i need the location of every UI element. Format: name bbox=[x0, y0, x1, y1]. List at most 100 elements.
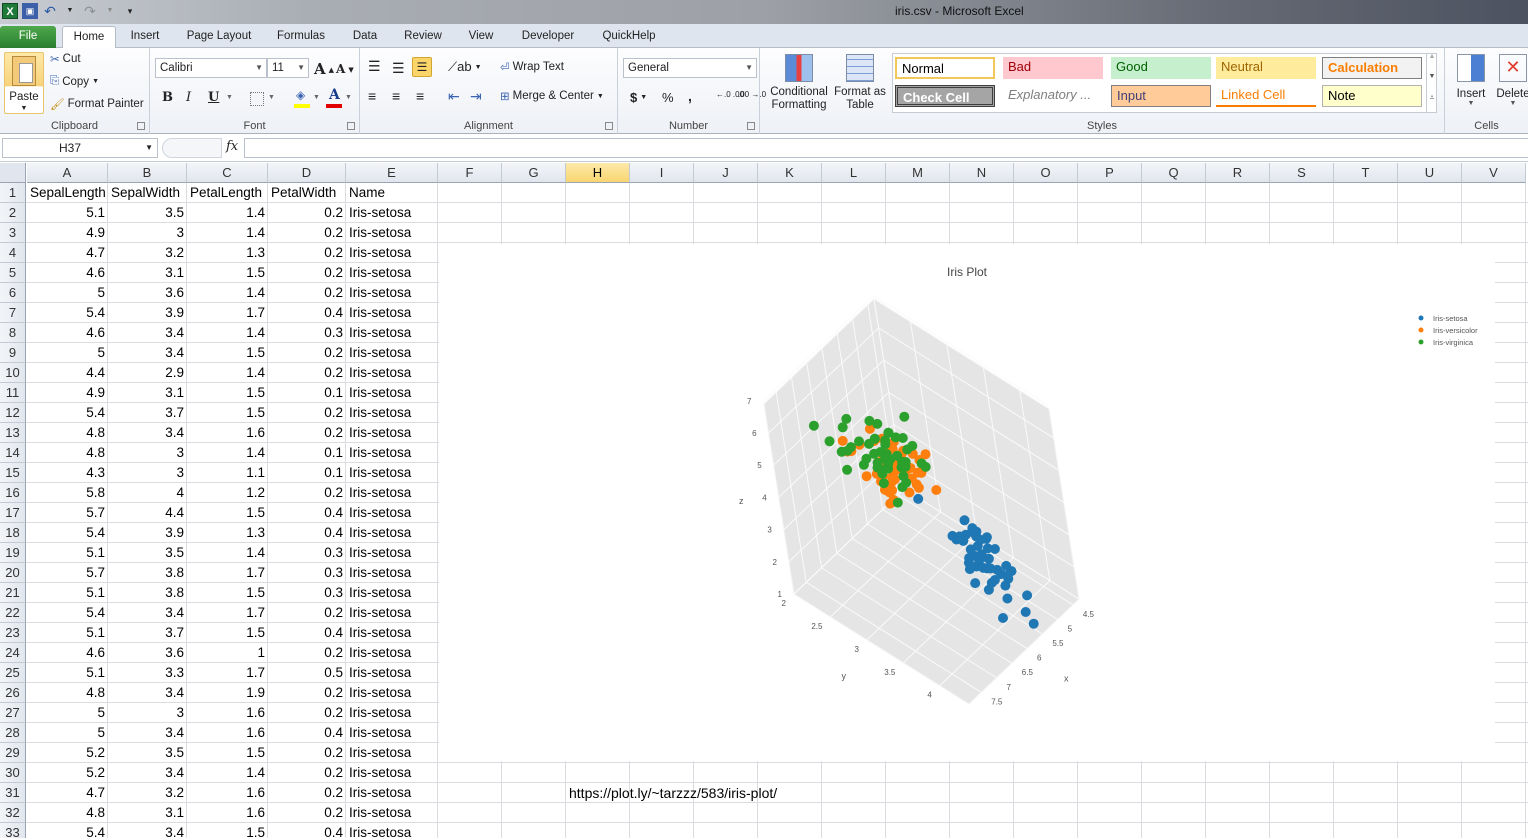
numeric-cell[interactable]: 3.1 bbox=[108, 383, 187, 403]
row-header-4[interactable]: 4 bbox=[0, 243, 26, 263]
name-cell[interactable]: Iris-setosa bbox=[346, 203, 438, 223]
tab-file[interactable]: File bbox=[0, 26, 56, 48]
column-header-n[interactable]: N bbox=[950, 163, 1014, 183]
insert-cells-button[interactable]: Insert ▼ bbox=[1453, 54, 1489, 114]
tab-home[interactable]: Home bbox=[62, 26, 116, 49]
name-cell[interactable]: Iris-setosa bbox=[346, 263, 438, 283]
numeric-cell[interactable]: 0.2 bbox=[268, 783, 346, 803]
column-header-m[interactable]: M bbox=[886, 163, 950, 183]
numeric-cell[interactable]: 4.6 bbox=[27, 323, 108, 343]
numeric-cell[interactable]: 1.7 bbox=[187, 303, 268, 323]
fill-color-button[interactable]: ◈ bbox=[294, 88, 310, 108]
font-name-select[interactable]: Calibri ▼ bbox=[155, 58, 267, 78]
row-header-25[interactable]: 25 bbox=[0, 663, 26, 683]
row-header-2[interactable]: 2 bbox=[0, 203, 26, 223]
increase-indent-button[interactable]: ⇥ bbox=[470, 88, 482, 105]
numeric-cell[interactable]: 0.2 bbox=[268, 703, 346, 723]
cell-style-neutral[interactable]: Neutral bbox=[1216, 57, 1316, 79]
row-header-33[interactable]: 33 bbox=[0, 823, 26, 838]
name-cell[interactable]: Iris-setosa bbox=[346, 343, 438, 363]
numeric-cell[interactable]: 5.2 bbox=[27, 743, 108, 763]
cell-style-normal[interactable]: Normal bbox=[895, 57, 995, 79]
paste-button[interactable]: Paste ▼ bbox=[4, 52, 44, 114]
font-color-dropdown-icon[interactable]: ▼ bbox=[345, 94, 352, 101]
row-header-12[interactable]: 12 bbox=[0, 403, 26, 423]
name-cell[interactable]: Iris-setosa bbox=[346, 703, 438, 723]
row-header-20[interactable]: 20 bbox=[0, 563, 26, 583]
name-cell[interactable]: Iris-setosa bbox=[346, 523, 438, 543]
numeric-cell[interactable]: 5 bbox=[27, 343, 108, 363]
name-cell[interactable]: Iris-setosa bbox=[346, 623, 438, 643]
name-cell[interactable]: Iris-setosa bbox=[346, 723, 438, 743]
row-header-22[interactable]: 22 bbox=[0, 603, 26, 623]
wrap-text-button[interactable]: ⏎ Wrap Text bbox=[500, 60, 564, 74]
column-header-d[interactable]: D bbox=[268, 163, 346, 183]
gallery-scroll-up[interactable]: ▲ bbox=[1426, 53, 1437, 73]
numeric-cell[interactable]: 1.3 bbox=[187, 523, 268, 543]
numeric-cell[interactable]: 3.9 bbox=[108, 523, 187, 543]
numeric-cell[interactable]: 2.9 bbox=[108, 363, 187, 383]
name-cell[interactable]: Iris-setosa bbox=[346, 443, 438, 463]
name-cell[interactable]: Iris-setosa bbox=[346, 483, 438, 503]
name-cell[interactable]: Iris-setosa bbox=[346, 763, 438, 783]
name-cell[interactable]: Iris-setosa bbox=[346, 283, 438, 303]
column-header-r[interactable]: R bbox=[1206, 163, 1270, 183]
row-header-32[interactable]: 32 bbox=[0, 803, 26, 823]
underline-button[interactable]: U bbox=[208, 90, 219, 105]
numeric-cell[interactable]: 1 bbox=[187, 643, 268, 663]
column-header-g[interactable]: G bbox=[502, 163, 566, 183]
numeric-cell[interactable]: 1.4 bbox=[187, 323, 268, 343]
format-as-table-button[interactable]: Format as Table bbox=[834, 52, 886, 114]
numeric-cell[interactable]: 1.7 bbox=[187, 563, 268, 583]
header-cell[interactable]: PetalWidth bbox=[268, 183, 346, 203]
column-header-p[interactable]: P bbox=[1078, 163, 1142, 183]
name-cell[interactable]: Iris-setosa bbox=[346, 803, 438, 823]
numeric-cell[interactable]: 0.1 bbox=[268, 463, 346, 483]
tab-data[interactable]: Data bbox=[346, 26, 384, 48]
shrink-font-button[interactable]: A ▼ bbox=[336, 62, 354, 76]
undo-icon[interactable]: ↶ bbox=[42, 3, 58, 19]
header-cell[interactable]: PetalLength bbox=[187, 183, 268, 203]
row-header-7[interactable]: 7 bbox=[0, 303, 26, 323]
row-header-29[interactable]: 29 bbox=[0, 743, 26, 763]
row-header-31[interactable]: 31 bbox=[0, 783, 26, 803]
header-cell[interactable]: SepalLength bbox=[27, 183, 108, 203]
tab-developer[interactable]: Developer bbox=[516, 26, 580, 48]
numeric-cell[interactable]: 3.1 bbox=[108, 263, 187, 283]
row-header-24[interactable]: 24 bbox=[0, 643, 26, 663]
row-header-26[interactable]: 26 bbox=[0, 683, 26, 703]
tab-insert[interactable]: Insert bbox=[124, 26, 166, 48]
numeric-cell[interactable]: 0.2 bbox=[268, 243, 346, 263]
numeric-cell[interactable]: 0.4 bbox=[268, 823, 346, 838]
numeric-cell[interactable]: 0.2 bbox=[268, 223, 346, 243]
row-header-27[interactable]: 27 bbox=[0, 703, 26, 723]
name-cell[interactable]: Iris-setosa bbox=[346, 543, 438, 563]
numeric-cell[interactable]: 1.4 bbox=[187, 763, 268, 783]
bottom-align-button[interactable]: ☰ bbox=[412, 57, 432, 77]
select-all-corner[interactable] bbox=[0, 163, 26, 183]
numeric-cell[interactable]: 1.5 bbox=[187, 503, 268, 523]
header-cell[interactable]: SepalWidth bbox=[108, 183, 187, 203]
cell-style-note[interactable]: Note bbox=[1322, 85, 1422, 107]
formula-input[interactable] bbox=[244, 138, 1528, 158]
top-align-button[interactable]: ☰ bbox=[368, 58, 381, 75]
numeric-cell[interactable]: 1.4 bbox=[187, 363, 268, 383]
row-header-6[interactable]: 6 bbox=[0, 283, 26, 303]
numeric-cell[interactable]: 4.7 bbox=[27, 783, 108, 803]
copy-dropdown-icon[interactable]: ▼ bbox=[92, 78, 99, 85]
name-cell[interactable]: Iris-setosa bbox=[346, 463, 438, 483]
numeric-cell[interactable]: 4.4 bbox=[27, 363, 108, 383]
name-cell[interactable]: Iris-setosa bbox=[346, 823, 438, 838]
numeric-cell[interactable]: 5.8 bbox=[27, 483, 108, 503]
numeric-cell[interactable]: 3.4 bbox=[108, 763, 187, 783]
cell-style-good[interactable]: Good bbox=[1111, 57, 1211, 79]
numeric-cell[interactable]: 0.4 bbox=[268, 523, 346, 543]
numeric-cell[interactable]: 1.4 bbox=[187, 203, 268, 223]
numeric-cell[interactable]: 0.2 bbox=[268, 403, 346, 423]
column-header-c[interactable]: C bbox=[187, 163, 268, 183]
name-cell[interactable]: Iris-setosa bbox=[346, 323, 438, 343]
undo-dropdown-icon[interactable]: ▼ bbox=[62, 3, 78, 19]
numeric-cell[interactable]: 0.2 bbox=[268, 763, 346, 783]
cell-style-bad[interactable]: Bad bbox=[1003, 57, 1103, 79]
tab-formulas[interactable]: Formulas bbox=[272, 26, 330, 48]
